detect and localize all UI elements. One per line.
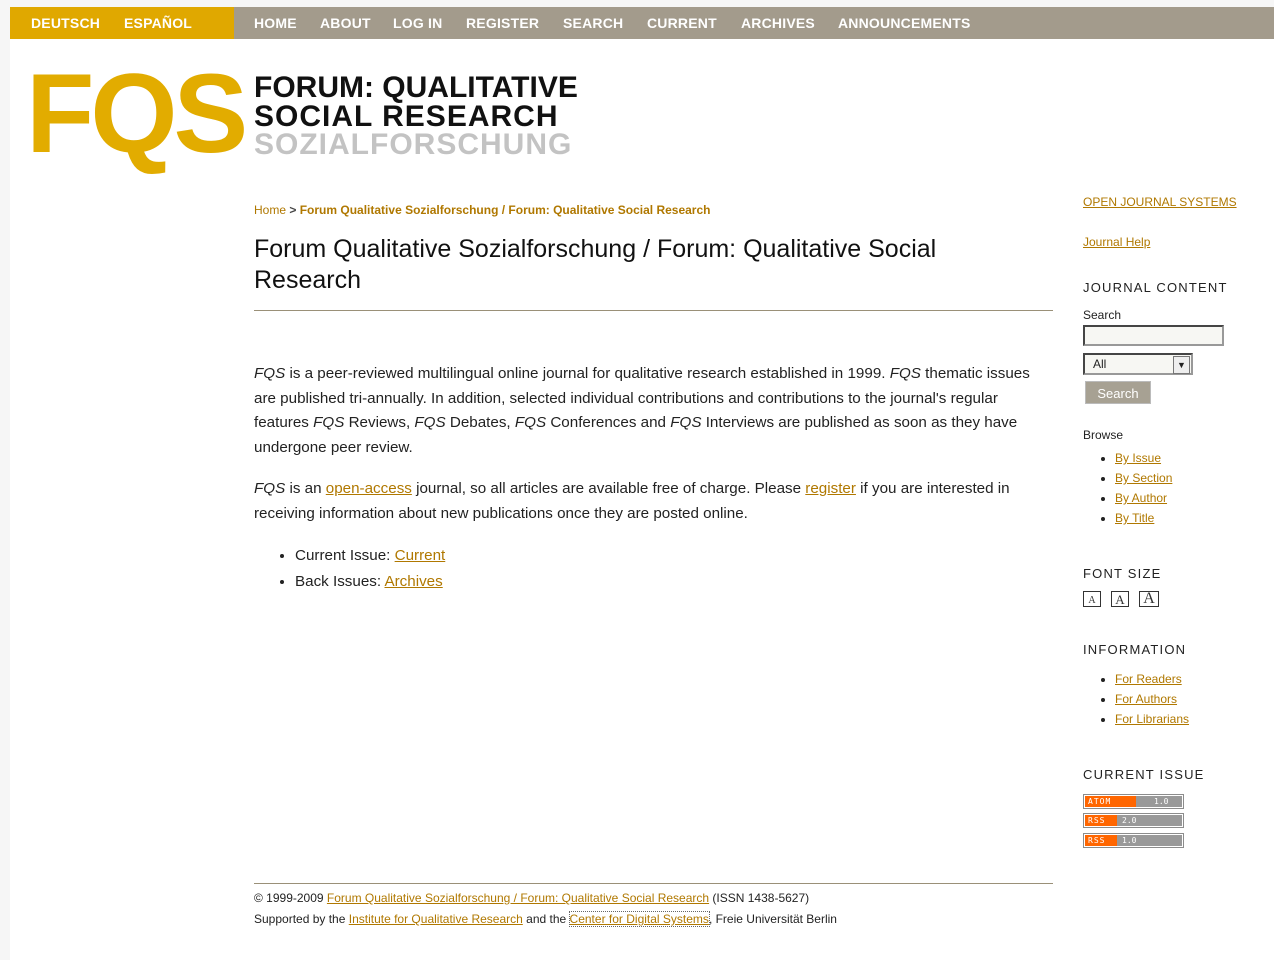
breadcrumb-current-link[interactable]: Forum Qualitative Sozialforschung / Foru… [300,203,711,217]
issue-label: Current Issue: [295,547,395,564]
list-item: For Authors [1115,689,1189,709]
footer-copyright: © 1999-2009 Forum Qualitative Sozialfors… [254,891,809,905]
issue-label: Back Issues: [295,573,385,590]
nav-about-link[interactable]: ABOUT [320,15,371,31]
title-divider [254,310,1053,311]
search-scope-select[interactable]: All ▼ [1083,353,1193,375]
rss1-feed-badge[interactable]: RSS 1.0 [1083,833,1184,848]
for-authors-link[interactable]: For Authors [1115,692,1177,706]
nav-current-link[interactable]: CURRENT [647,15,717,31]
feed-version: 2.0 [1117,815,1182,826]
browse-by-section-link[interactable]: By Section [1115,471,1172,485]
intro-text: journal, so all articles are available f… [411,480,806,497]
list-item: By Issue [1115,448,1172,468]
footer-support: Supported by the Institute for Qualitati… [254,911,837,927]
search-label: Search [1083,308,1122,322]
intro-paragraph-2: FQS is an open-access journal, so all ar… [254,477,1054,526]
footer-divider [254,883,1053,884]
breadcrumb-separator: > [289,203,297,217]
logo-line-sozialforschung: SOZIALFORSCHUNG [254,128,573,161]
footer-text: Supported by the [254,912,349,926]
intro-text: is an [285,480,326,497]
footer-journal-link[interactable]: Forum Qualitative Sozialforschung / Foru… [327,891,709,905]
search-input[interactable] [1083,325,1224,346]
font-medium-button[interactable]: A [1111,591,1129,607]
list-item: By Title [1115,508,1172,528]
lang-espanol-link[interactable]: ESPAÑOL [124,15,192,31]
feed-type: RSS [1085,815,1117,826]
feed-type: ATOM [1085,796,1136,807]
footer-text: , Freie Universität Berlin [708,912,837,926]
nav-announcements-link[interactable]: ANNOUNCEMENTS [838,15,971,31]
rss2-feed-badge[interactable]: RSS 2.0 [1083,813,1184,828]
browse-by-author-link[interactable]: By Author [1115,491,1167,505]
chevron-down-icon: ▼ [1173,356,1190,374]
archives-link[interactable]: Archives [384,573,442,590]
intro-text: Debates, [445,414,515,431]
feed-version: 1.0 [1136,796,1182,807]
font-large-button[interactable]: A [1139,591,1159,607]
browse-list: By Issue By Section By Author By Title [1083,448,1172,528]
issues-list: Current Issue: Current Back Issues: Arch… [254,543,445,595]
list-item: By Author [1115,488,1172,508]
for-librarians-link[interactable]: For Librarians [1115,712,1189,726]
font-size-heading: FONT SIZE [1083,566,1162,581]
institute-link[interactable]: Institute for Qualitative Research [349,912,523,926]
fqs-italic: FQS [313,414,345,431]
footer-text: and the [522,912,570,926]
for-readers-link[interactable]: For Readers [1115,672,1182,686]
fqs-logo-mark: FQS [26,51,248,176]
atom-feed-badge[interactable]: ATOM 1.0 [1083,794,1184,809]
current-issue-heading: CURRENT ISSUE [1083,767,1205,782]
fqs-italic: FQS [414,414,446,431]
intro-text: Conferences and [546,414,671,431]
fqs-italic: FQS [514,414,547,431]
search-button[interactable]: Search [1085,381,1151,404]
intro-text: is a peer-reviewed multilingual online j… [285,365,890,382]
page-title: Forum Qualitative Sozialforschung / Foru… [254,235,937,294]
list-item: By Section [1115,468,1172,488]
list-item: Current Issue: Current [295,543,445,569]
browse-by-issue-link[interactable]: By Issue [1115,451,1161,465]
list-item: For Readers [1115,669,1189,689]
font-small-button[interactable]: A [1083,591,1101,607]
feed-version: 1.0 [1117,835,1182,846]
logo-line-forum: FORUM: QUALITATIVE [254,71,578,104]
nav-register-link[interactable]: REGISTER [466,15,539,31]
journal-content-heading: JOURNAL CONTENT [1083,280,1228,295]
browse-label: Browse [1083,428,1124,442]
browse-by-title-link[interactable]: By Title [1115,511,1154,525]
current-issue-link[interactable]: Current [395,547,446,564]
nav-login-link[interactable]: LOG IN [393,15,442,31]
register-link[interactable]: register [805,480,856,497]
nav-home-link[interactable]: HOME [254,15,297,31]
fqs-italic: FQS [254,480,286,497]
search-scope-value: All [1093,357,1107,371]
fqs-italic: FQS [670,414,702,431]
footer-text: (ISSN 1438-5627) [709,891,810,905]
fqs-italic: FQS [254,365,286,382]
breadcrumb-home-link[interactable]: Home [254,203,286,217]
center-digital-systems-link[interactable]: Center for Digital Systems [568,911,710,927]
list-item: Back Issues: Archives [295,569,445,595]
open-access-link[interactable]: open-access [326,480,412,497]
nav-search-link[interactable]: SEARCH [563,15,623,31]
intro-text: Reviews, [344,414,415,431]
footer-text: © 1999-2009 [254,891,327,905]
breadcrumb: Home > Forum Qualitative Sozialforschung… [254,203,710,217]
ojs-link[interactable]: OPEN JOURNAL SYSTEMS [1083,195,1237,209]
information-heading: INFORMATION [1083,642,1187,657]
list-item: For Librarians [1115,709,1189,729]
intro-paragraph-1: FQS is a peer-reviewed multilingual onli… [254,362,1054,460]
feed-type: RSS [1085,835,1117,846]
nav-archives-link[interactable]: ARCHIVES [741,15,815,31]
lang-deutsch-link[interactable]: DEUTSCH [31,15,100,31]
journal-help-link[interactable]: Journal Help [1083,235,1150,249]
fqs-italic: FQS [889,365,921,382]
information-list: For Readers For Authors For Librarians [1083,669,1189,729]
